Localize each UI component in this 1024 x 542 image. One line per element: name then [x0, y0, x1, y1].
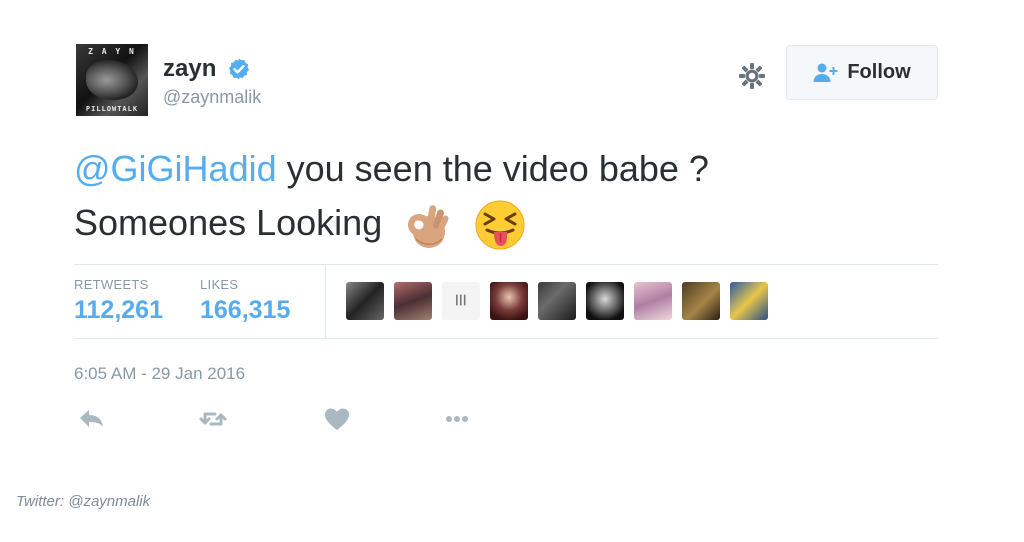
squinting-tongue-emoji-icon — [475, 200, 525, 250]
user-name-block: zayn @zaynmalik — [163, 55, 261, 108]
liker-avatar[interactable] — [490, 282, 528, 320]
liker-avatar[interactable] — [730, 282, 768, 320]
retweets-stat[interactable]: RETWEETS 112,261 — [74, 277, 163, 325]
tweet-line-2: Someones Looking — [74, 196, 944, 251]
display-name[interactable]: zayn — [163, 55, 216, 83]
liker-avatar[interactable] — [346, 282, 384, 320]
avatar-top-text: Z A Y N — [88, 47, 136, 56]
tweet-text-line2: Someones Looking — [74, 202, 383, 243]
user-handle[interactable]: @zaynmalik — [163, 87, 261, 108]
divider — [325, 264, 326, 338]
likers-avatars — [346, 282, 768, 320]
tweet-text: @GiGiHadid you seen the video babe ? Som… — [74, 142, 944, 251]
liker-avatar[interactable] — [682, 282, 720, 320]
more-icon[interactable] — [442, 405, 472, 433]
divider — [74, 338, 938, 339]
gear-icon[interactable] — [736, 60, 768, 92]
verified-badge-icon — [228, 58, 249, 80]
retweet-icon[interactable] — [198, 405, 228, 433]
ok-hand-emoji-icon — [408, 205, 449, 249]
add-user-icon — [813, 63, 838, 82]
liker-avatar[interactable] — [442, 282, 480, 320]
retweets-count: 112,261 — [74, 296, 163, 324]
tweet-text-part: you seen the video babe ? — [276, 148, 709, 189]
tweet-timestamp[interactable]: 6:05 AM - 29 Jan 2016 — [74, 364, 245, 384]
heart-icon[interactable] — [322, 405, 352, 433]
divider — [74, 264, 938, 265]
avatar-image — [86, 60, 138, 100]
likes-stat[interactable]: LIKES 166,315 — [200, 277, 290, 325]
retweets-label: RETWEETS — [74, 277, 149, 292]
liker-avatar[interactable] — [538, 282, 576, 320]
follow-button[interactable]: Follow — [786, 45, 938, 100]
follow-label: Follow — [847, 61, 911, 83]
avatar[interactable]: Z A Y N PILLOWTALK — [76, 44, 148, 116]
liker-avatar[interactable] — [394, 282, 432, 320]
likes-label: LIKES — [200, 277, 239, 292]
tweet-actions — [74, 405, 472, 433]
reply-icon[interactable] — [76, 405, 106, 433]
tweet-line-1: @GiGiHadid you seen the video babe ? — [74, 142, 944, 196]
likes-count: 166,315 — [200, 296, 291, 324]
liker-avatar[interactable] — [586, 282, 624, 320]
image-credit-caption: Twitter: @zaynmalik — [16, 493, 151, 510]
tweet-card: Z A Y N PILLOWTALK zayn @zaynmalik Follo… — [0, 0, 1024, 542]
liker-avatar[interactable] — [634, 282, 672, 320]
avatar-bottom-text: PILLOWTALK — [85, 105, 139, 113]
mention-link[interactable]: @GiGiHadid — [74, 148, 277, 189]
